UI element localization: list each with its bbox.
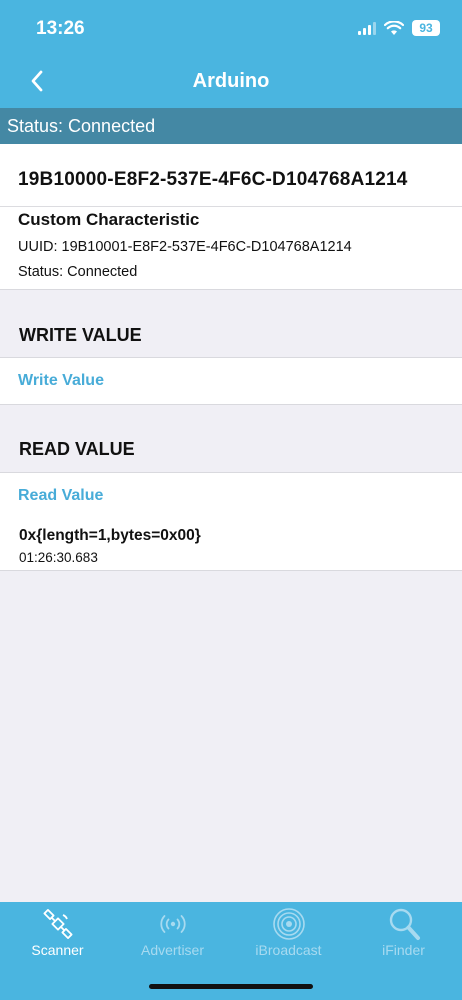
characteristic-name: Custom Characteristic [18, 210, 200, 229]
satellite-icon [43, 909, 72, 939]
magnifier-icon [389, 908, 420, 940]
characteristic-uuid: UUID: 19B10001-E8F2-537E-4F6C-D104768A12… [18, 239, 352, 255]
write-value-button[interactable]: Write Value [0, 357, 462, 405]
read-result-timestamp: 01:26:30.683 [19, 550, 98, 565]
characteristic-status: Status: Connected [18, 264, 138, 280]
connection-status-bar: Status: Connected [0, 108, 462, 144]
tab-label: Advertiser [140, 942, 205, 958]
system-icons: 93 [358, 20, 440, 36]
service-card: 19B10000-E8F2-537E-4F6C-D104768A1214 Cus… [0, 144, 462, 290]
tab-advertiser[interactable]: Advertiser [115, 902, 230, 972]
service-uuid: 19B10000-E8F2-537E-4F6C-D104768A1214 [18, 169, 408, 190]
battery-indicator: 93 [412, 20, 440, 36]
read-value-button[interactable]: Read Value [0, 472, 462, 520]
write-section-header: WRITE VALUE [19, 325, 142, 345]
tab-scanner[interactable]: Scanner [0, 902, 115, 972]
tab-ibroadcast[interactable]: iBroadcast [231, 902, 346, 972]
tab-label: iBroadcast [255, 942, 322, 958]
header: 13:26 93 Arduino [0, 0, 462, 108]
tab-ifinder[interactable]: iFinder [346, 902, 461, 972]
tab-label: iFinder [382, 942, 425, 958]
home-indicator[interactable] [149, 984, 313, 989]
broadcast-icon [159, 915, 186, 933]
read-result-value: 0x{length=1,bytes=0x00} [19, 527, 201, 544]
divider [0, 206, 462, 207]
beacon-icon [272, 908, 305, 940]
clock: 13:26 [36, 18, 85, 39]
tab-label: Scanner [31, 942, 84, 958]
cellular-signal-icon [358, 21, 376, 35]
page-title: Arduino [192, 70, 270, 92]
wifi-icon [384, 20, 404, 35]
read-result-row: 0x{length=1,bytes=0x00} 01:26:30.683 [0, 519, 462, 571]
read-section-header: READ VALUE [19, 439, 135, 459]
